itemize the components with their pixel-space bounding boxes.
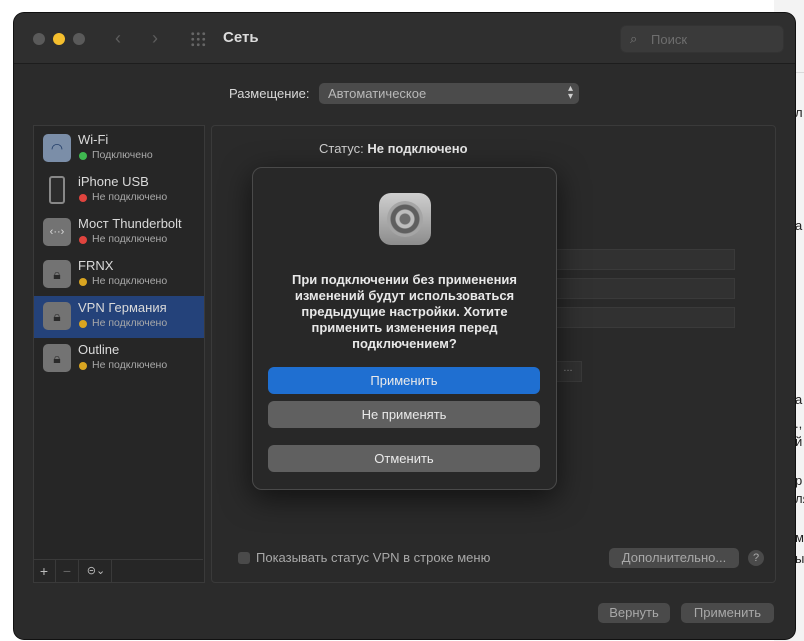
- service-list: ◠ Wi-Fi Подключено iPhone USB Не подключ…: [33, 125, 205, 583]
- service-name: Outline: [78, 342, 120, 357]
- service-name: FRNX: [78, 258, 114, 273]
- service-name: VPN Германия: [78, 300, 167, 315]
- status-dot: [79, 320, 87, 328]
- location-value: Автоматическое: [328, 86, 427, 101]
- apply-button[interactable]: Применить: [681, 603, 774, 623]
- service-status: Не подключено: [92, 359, 168, 371]
- remove-service-button[interactable]: −: [56, 560, 79, 582]
- sidebar-controls: + − ⊝⌄: [33, 559, 203, 582]
- system-preferences-gear-icon: [379, 193, 431, 245]
- status-dot: [79, 194, 87, 202]
- show-vpn-label: Показывать статус VPN в строке меню: [256, 550, 491, 565]
- location-label: Размещение:: [229, 86, 310, 101]
- forward-icon[interactable]: ›: [152, 28, 158, 49]
- background-divider: [796, 72, 804, 73]
- wifi-icon: ◠: [43, 134, 71, 162]
- iphone-icon: [43, 176, 71, 204]
- status-dot: [79, 152, 87, 160]
- status-line: Статус: Не подключено: [319, 141, 468, 156]
- service-status: Не подключено: [92, 317, 168, 329]
- search-field[interactable]: ⌕ Поиск: [620, 25, 784, 53]
- add-service-button[interactable]: +: [33, 560, 56, 582]
- service-name: iPhone USB: [78, 174, 149, 189]
- zoom-window-button[interactable]: [73, 33, 85, 45]
- revert-button[interactable]: Вернуть: [598, 603, 670, 623]
- minimize-window-button[interactable]: [53, 33, 65, 45]
- background-text: ы: [795, 551, 804, 566]
- actions-menu-button[interactable]: ⊝⌄: [81, 560, 112, 582]
- help-button[interactable]: ?: [748, 550, 764, 566]
- dialog-dont-apply-button[interactable]: Не применять: [268, 401, 540, 428]
- select-arrows-icon: ▴ ▾: [567, 83, 573, 102]
- background-text: л: [795, 105, 803, 120]
- service-item-thunderbolt[interactable]: ‹··› Мост Thunderbolt Не подключено: [34, 212, 204, 254]
- background-text: мы: [795, 530, 804, 545]
- service-item-wifi[interactable]: ◠ Wi-Fi Подключено: [34, 128, 204, 170]
- show-all-grid-icon[interactable]: [190, 31, 206, 47]
- background-text: а: [795, 392, 803, 407]
- background-text: р: [795, 473, 803, 488]
- dialog-message: При подключении без применения изменений…: [292, 272, 517, 351]
- location-select[interactable]: Автоматическое ▴ ▾: [319, 83, 579, 104]
- status-dot: [79, 236, 87, 244]
- lock-icon: 🔒︎: [43, 344, 71, 372]
- back-icon[interactable]: ‹: [115, 28, 121, 49]
- background-text: а: [795, 218, 803, 233]
- dialog-cancel-button[interactable]: Отменить: [268, 445, 540, 472]
- status-label: Статус:: [319, 141, 364, 156]
- background-text: й: [795, 434, 803, 449]
- checkbox-box[interactable]: [238, 552, 250, 564]
- status-value: Не подключено: [367, 141, 468, 156]
- window-title: Сеть: [223, 29, 259, 46]
- titlebar: ‹ › Сеть ⌕ Поиск: [14, 13, 795, 64]
- advanced-button[interactable]: Дополнительно...: [609, 548, 739, 568]
- auth-settings-button[interactable]: ...: [554, 361, 582, 382]
- service-item-frnx[interactable]: 🔒︎ FRNX Не подключено: [34, 254, 204, 296]
- apply-changes-dialog: При подключении без применения изменений…: [252, 167, 557, 490]
- service-status: Подключено: [92, 149, 153, 161]
- dialog-apply-button[interactable]: Применить: [268, 367, 540, 394]
- service-status: Не подключено: [92, 275, 168, 287]
- status-dot: [79, 362, 87, 370]
- service-item-iphone-usb[interactable]: iPhone USB Не подключено: [34, 170, 204, 212]
- service-status: Не подключено: [92, 191, 168, 203]
- thunderbolt-bridge-icon: ‹··›: [43, 218, 71, 246]
- search-icon: ⌕: [630, 31, 638, 46]
- status-dot: [79, 278, 87, 286]
- background-text: ., в: [795, 416, 804, 431]
- account-field[interactable]: [554, 307, 735, 328]
- service-status: Не подключено: [92, 233, 168, 245]
- show-vpn-status-checkbox[interactable]: Показывать статус VPN в строке меню: [238, 550, 490, 565]
- config-field[interactable]: [554, 249, 735, 270]
- lock-icon: 🔒︎: [43, 260, 71, 288]
- search-placeholder: Поиск: [651, 32, 688, 47]
- lock-icon: 🔒︎: [43, 302, 71, 330]
- background-text: ля: [795, 491, 804, 506]
- service-item-vpn-germany[interactable]: 🔒︎ VPN Германия Не подключено: [34, 296, 204, 338]
- service-name: Wi-Fi: [78, 132, 109, 147]
- service-name: Мост Thunderbolt: [78, 216, 182, 231]
- server-field[interactable]: [554, 278, 735, 299]
- close-window-button[interactable]: [33, 33, 45, 45]
- service-item-outline[interactable]: 🔒︎ Outline Не подключено: [34, 338, 204, 380]
